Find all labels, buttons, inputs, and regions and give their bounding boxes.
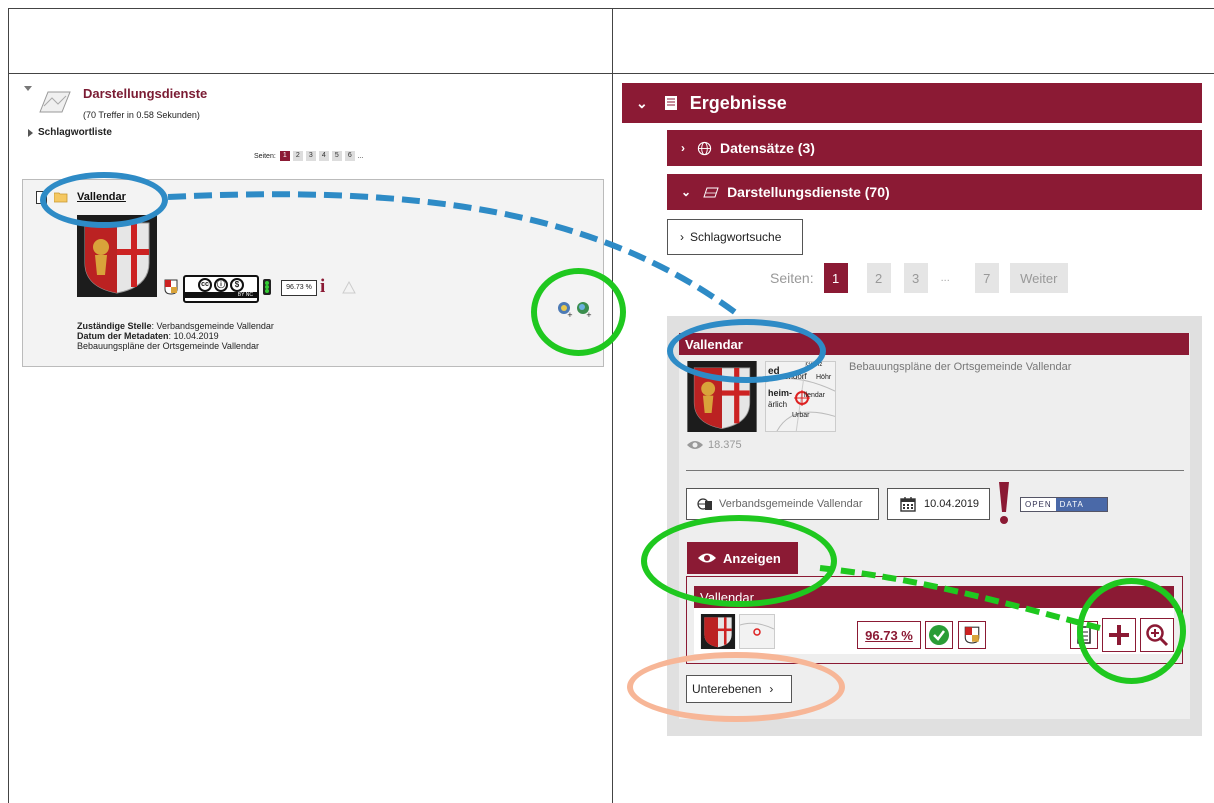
annotation-ellipse-blue xyxy=(667,319,826,383)
annotation-ellipse-green xyxy=(641,515,837,607)
annotation-connectors xyxy=(167,191,1101,631)
annotation-ellipse-green xyxy=(531,268,626,356)
annotation-ellipse-blue xyxy=(40,172,168,228)
annotation-ellipse-peach xyxy=(627,652,845,722)
annotation-ellipse-green xyxy=(1077,578,1186,684)
